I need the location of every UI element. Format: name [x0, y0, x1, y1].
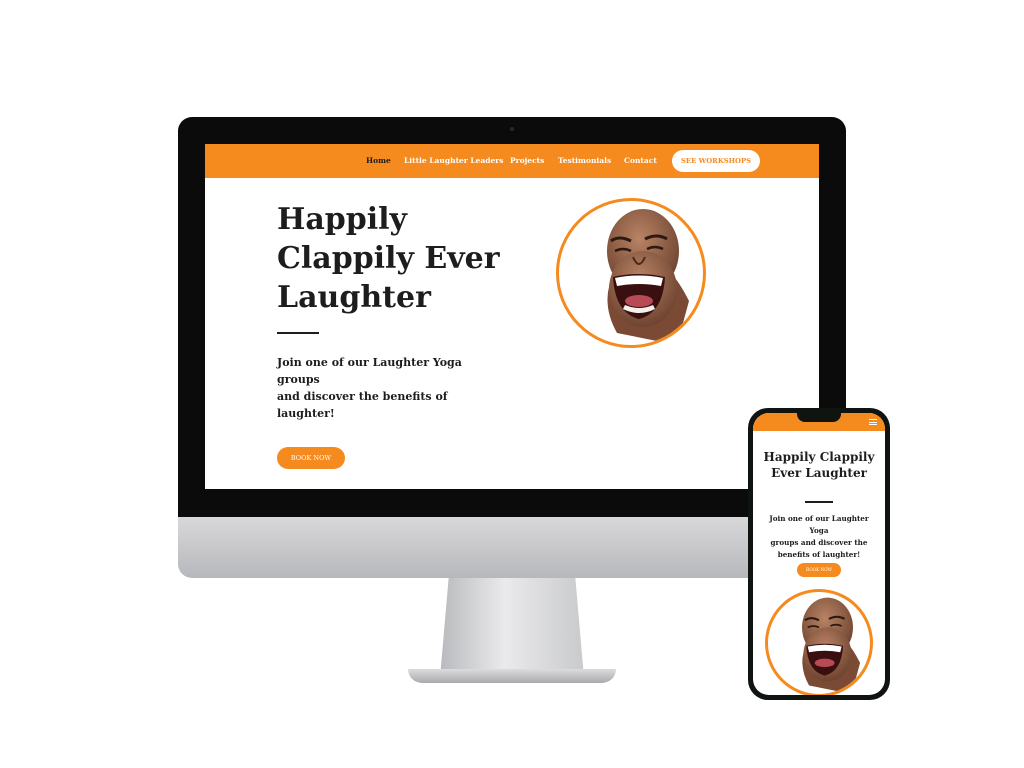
- laughing-face-illustration: [607, 209, 689, 345]
- desktop-website-screen: Home Little Laughter Leaders Projects Te…: [205, 144, 819, 489]
- hero-title-line: Happily: [277, 202, 407, 237]
- book-now-button[interactable]: BOOK NOW: [277, 447, 345, 469]
- hero-divider: [277, 332, 319, 334]
- hero-subtitle-line: and discover the benefits of laughter!: [277, 390, 448, 420]
- mobile-hero-title: Happily Clappily Ever Laughter: [759, 449, 879, 481]
- camera-icon: [510, 127, 514, 131]
- mobile-hero-subtitle-line: groups and discover the: [770, 538, 868, 547]
- mobile-book-now-button[interactable]: BOOK NOW: [797, 563, 841, 577]
- hero-title: Happily Clappily Ever Laughter: [277, 200, 517, 317]
- mobile-hero-divider: [805, 501, 833, 503]
- monitor-stand-base: [408, 669, 616, 683]
- mobile-laughing-man-portrait: [765, 589, 873, 695]
- hamburger-icon[interactable]: [869, 419, 877, 425]
- phone-notch: [797, 413, 841, 422]
- mobile-website-screen: Happily Clappily Ever Laughter Join one …: [753, 413, 885, 695]
- mobile-hero-subtitle-line: Join one of our Laughter Yoga: [769, 514, 869, 535]
- monitor-stand-neck: [440, 578, 584, 678]
- desktop-navbar: Home Little Laughter Leaders Projects Te…: [205, 144, 819, 178]
- monitor-chin: [178, 517, 846, 578]
- mobile-hero-title-line: Ever Laughter: [771, 466, 867, 480]
- mobile-hero-subtitle-line: benefits of laughter!: [777, 550, 861, 559]
- nav-home[interactable]: Home: [366, 156, 391, 165]
- hero-title-line: Laughter: [277, 280, 431, 315]
- mobile-hero-title-line: Happily Clappily: [763, 450, 875, 464]
- nav-testimonials[interactable]: Testimonials: [558, 156, 611, 165]
- hero-subtitle-line: Join one of our Laughter Yoga groups: [277, 356, 462, 386]
- monitor-bezel: Home Little Laughter Leaders Projects Te…: [178, 117, 846, 517]
- see-workshops-button[interactable]: SEE WORKSHOPS: [672, 150, 760, 172]
- mobile-hero-subtitle: Join one of our Laughter Yoga groups and…: [759, 513, 879, 561]
- nav-contact[interactable]: Contact: [624, 156, 657, 165]
- mobile-laughing-face-illustration: [802, 597, 861, 694]
- laughing-man-portrait: [556, 198, 706, 348]
- hero-subtitle: Join one of our Laughter Yoga groups and…: [277, 354, 507, 422]
- phone-mockup: Happily Clappily Ever Laughter Join one …: [748, 408, 890, 700]
- desktop-monitor-mockup: Home Little Laughter Leaders Projects Te…: [178, 117, 846, 683]
- nav-little-laughter-leaders[interactable]: Little Laughter Leaders: [404, 156, 503, 165]
- nav-projects[interactable]: Projects: [510, 156, 544, 165]
- hero-title-line: Clappily Ever: [277, 241, 500, 276]
